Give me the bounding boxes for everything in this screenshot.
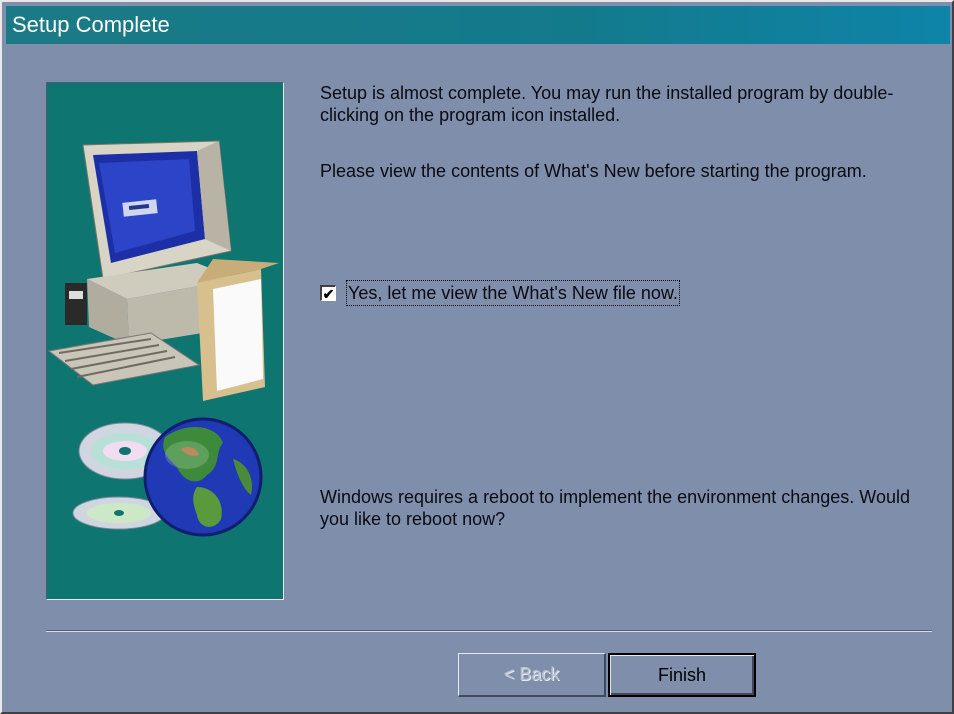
setup-complete-message: Setup is almost complete. You may run th… — [320, 83, 894, 125]
window-title: Setup Complete — [12, 12, 170, 37]
setup-dialog: Setup Complete Setup is almost complete.… — [0, 0, 954, 714]
reboot-message: Windows requires a reboot to implement t… — [320, 487, 910, 529]
setup-illustration — [46, 82, 284, 600]
whats-new-checkbox[interactable]: ✔ — [320, 285, 336, 301]
finish-button[interactable]: Finish — [608, 653, 756, 697]
checkmark-icon: ✔ — [322, 285, 335, 302]
whats-new-checkbox-label[interactable]: Yes, let me view the What's New file now… — [346, 280, 680, 306]
globe-icon — [143, 417, 263, 537]
finish-button-label: Finish — [657, 664, 706, 685]
back-button-label: < Back — [503, 664, 560, 684]
whats-new-checkbox-row[interactable]: ✔ Yes, let me view the What's New file n… — [320, 280, 680, 306]
back-button[interactable]: < Back — [458, 653, 606, 697]
whats-new-message: Please view the contents of What's New b… — [320, 161, 867, 181]
computer-icon — [47, 140, 279, 401]
title-bar[interactable]: Setup Complete — [6, 6, 950, 44]
button-separator — [46, 630, 932, 632]
illustration-graphic — [47, 140, 279, 537]
